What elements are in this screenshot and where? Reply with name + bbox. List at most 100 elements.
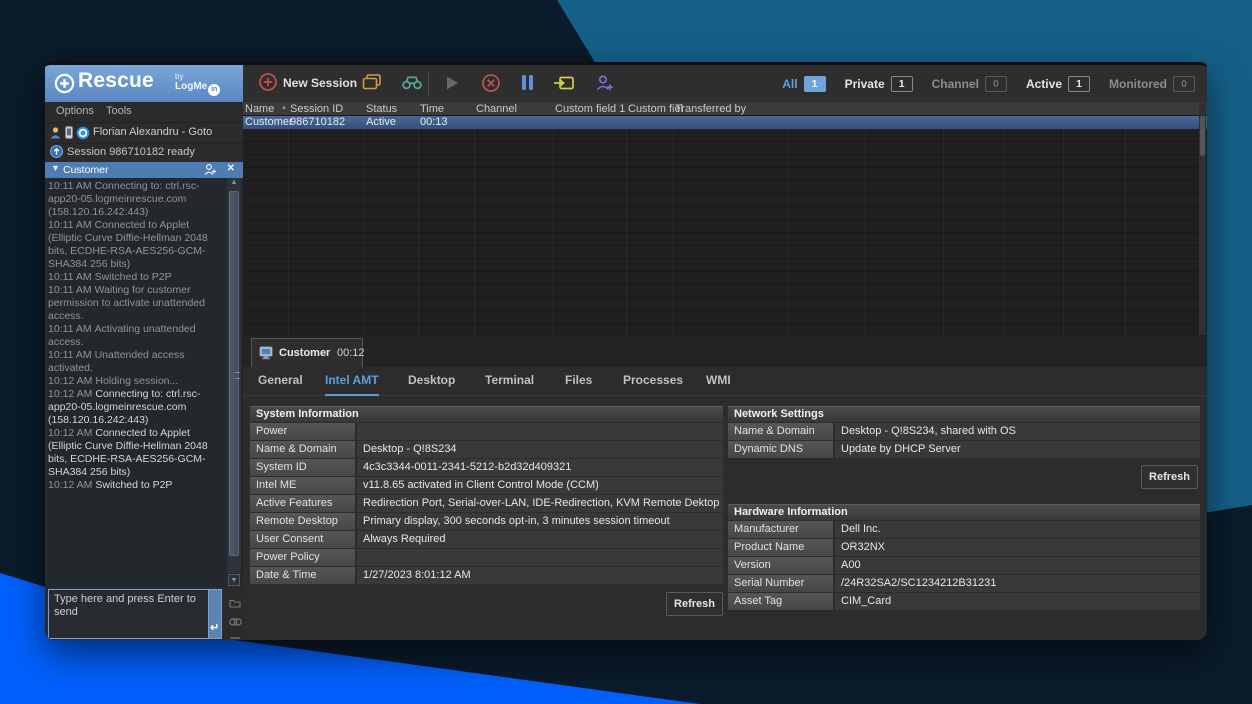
chat-log-panel: 10:11 AMConnecting to: ctrl.rsc-app20-05… <box>45 178 243 587</box>
end-session-icon[interactable] <box>481 73 501 98</box>
column-header-session-id[interactable]: Session ID <box>290 103 343 115</box>
rescue-plus-icon <box>54 73 75 99</box>
chat-input[interactable]: ↵ <box>48 589 222 639</box>
scroll-up-icon[interactable]: ▲ <box>227 178 241 188</box>
search-binoculars-icon[interactable] <box>401 75 423 95</box>
info-row: Date & Time1/27/2023 8:01:12 AM <box>250 567 723 584</box>
column-header-channel[interactable]: Channel <box>476 103 517 115</box>
chat-scrollbar-thumb[interactable] <box>229 191 239 556</box>
technician-row: Florian Alexandru - Goto <box>45 122 243 144</box>
filter-monitored-count: 0 <box>1173 76 1195 92</box>
table-scrollbar[interactable] <box>1199 103 1206 335</box>
chat-message: 10:12 AMSwitched to P2P <box>48 479 224 492</box>
hold-session-icon[interactable] <box>521 74 534 96</box>
tab-intel-amt[interactable]: Intel AMT <box>325 367 379 396</box>
tab-wmi[interactable]: WMI <box>706 367 731 394</box>
info-row: Active FeaturesRedirection Port, Serial-… <box>250 495 723 512</box>
text-size-icon[interactable] <box>229 632 241 640</box>
chat-log: 10:11 AMConnecting to: ctrl.rsc-app20-05… <box>48 180 224 492</box>
tab-processes[interactable]: Processes <box>623 367 683 394</box>
tab-desktop[interactable]: Desktop <box>408 367 455 394</box>
scroll-down-icon[interactable]: ▼ <box>228 574 240 586</box>
start-session-icon[interactable] <box>445 75 460 96</box>
session-row-selected[interactable]: Customer 986710182 Active 00:13 <box>243 116 1207 129</box>
session-table-header: Name ▲ Session ID Status Time Channel Cu… <box>243 102 1207 116</box>
info-row: Intel MEv11.8.65 activated in Client Con… <box>250 477 723 494</box>
chat-message: 10:12 AMHolding session... <box>48 375 224 388</box>
menu-tools[interactable]: Tools <box>106 105 132 117</box>
invite-technician-icon[interactable] <box>595 74 614 97</box>
link-icon[interactable] <box>229 613 242 631</box>
session-filters: All1 Private1 Channel0 Active1 Monitored… <box>782 65 1195 102</box>
session-row-status: Active <box>366 116 396 128</box>
session-tab-bar: Customer 00:12 <box>243 336 1207 367</box>
filter-monitored[interactable]: Monitored0 <box>1109 76 1195 92</box>
transfer-session-icon[interactable] <box>553 75 575 97</box>
info-row: Power Policy <box>250 549 723 566</box>
filter-private-count: 1 <box>891 76 913 92</box>
info-row: Product NameOR32NX <box>728 539 1200 556</box>
session-detail-panel: Customer 00:12 General Intel AMT Desktop… <box>243 336 1207 640</box>
column-header-custom-field-1[interactable]: Custom field 1 <box>555 103 625 115</box>
monitors-icon[interactable] <box>362 74 382 96</box>
close-icon[interactable]: ✕ <box>227 163 235 174</box>
system-information-title: System Information <box>250 406 723 422</box>
info-row: Serial Number/24R32SA2/SC1234212B31231 <box>728 575 1200 592</box>
chat-message: 10:12 AMConnected to Applet (Elliptic Cu… <box>48 427 224 479</box>
chat-message: 10:11 AMSwitched to P2P <box>48 271 224 284</box>
rescue-brand-text: Rescue <box>78 69 154 93</box>
session-tab-time: 00:12 <box>337 347 365 359</box>
info-row: Remote DesktopPrimary display, 300 secon… <box>250 513 723 530</box>
info-row: System ID4c3c3344-0011-2341-5212-b2d32d4… <box>250 459 723 476</box>
new-session-icon[interactable] <box>258 72 278 97</box>
tab-general[interactable]: General <box>258 367 303 394</box>
logo-logmein-text: LogMein <box>175 81 220 96</box>
hardware-information-title: Hardware Information <box>728 504 1200 520</box>
column-header-status[interactable]: Status <box>366 103 397 115</box>
chat-message: 10:11 AMActivating unattended access. <box>48 323 224 349</box>
table-scrollbar-thumb[interactable] <box>1200 116 1205 156</box>
logmein-in-badge: in <box>208 84 220 96</box>
tab-files[interactable]: Files <box>565 367 592 394</box>
sort-arrow-icon: ▲ <box>281 105 287 111</box>
column-header-name[interactable]: Name <box>245 103 274 115</box>
column-header-transferred-by[interactable]: Transferred by <box>675 103 746 115</box>
chat-input-field[interactable] <box>49 590 221 638</box>
filter-all[interactable]: All1 <box>782 76 825 92</box>
enter-icon: ↵ <box>210 621 219 634</box>
customer-panel-title: Customer <box>63 164 109 176</box>
network-settings-refresh-button[interactable]: Refresh <box>1141 465 1198 489</box>
chat-message: 10:11 AMConnecting to: ctrl.rsc-app20-05… <box>48 180 224 219</box>
column-header-time[interactable]: Time <box>420 103 444 115</box>
filter-active[interactable]: Active1 <box>1026 76 1090 92</box>
chevron-down-icon[interactable]: ▼ <box>51 163 60 173</box>
session-status-text: Session 986710182 ready <box>67 146 195 158</box>
filter-channel[interactable]: Channel0 <box>932 76 1007 92</box>
phone-icon <box>65 126 73 144</box>
session-status-row: Session 986710182 ready <box>45 143 243 163</box>
chat-scrollbar[interactable]: ▲ <box>227 178 241 573</box>
system-information-refresh-button[interactable]: Refresh <box>666 592 723 616</box>
logo-bar: Rescue by LogMein <box>45 65 243 102</box>
tab-terminal[interactable]: Terminal <box>485 367 534 394</box>
detail-tabs: General Intel AMT Desktop Terminal Files… <box>243 367 1207 396</box>
filter-private[interactable]: Private1 <box>845 76 913 92</box>
info-row: ManufacturerDell Inc. <box>728 521 1200 538</box>
session-table-empty-rows <box>243 129 1207 336</box>
main-area: New Session <box>243 65 1207 640</box>
customer-panel-header[interactable]: ▼ Customer ✕ <box>45 162 243 178</box>
chat-message: 10:11 AMWaiting for customer permission … <box>48 284 224 323</box>
info-row: Name & DomainDesktop - Q!8S234, shared w… <box>728 423 1200 440</box>
session-row-name: Customer <box>245 116 293 128</box>
new-session-button[interactable]: New Session <box>283 76 357 90</box>
customer-session-tab[interactable]: Customer 00:12 <box>251 338 363 367</box>
filter-active-count: 1 <box>1068 76 1090 92</box>
send-button[interactable]: ↵ <box>208 590 221 638</box>
filter-channel-count: 0 <box>985 76 1007 92</box>
session-tab-name: Customer <box>279 347 330 359</box>
session-row-id: 986710182 <box>290 116 345 128</box>
info-row: Asset TagCIM_Card <box>728 593 1200 610</box>
filter-all-count: 1 <box>804 76 826 92</box>
menu-options[interactable]: Options <box>56 105 94 117</box>
folder-icon[interactable] <box>229 595 241 613</box>
